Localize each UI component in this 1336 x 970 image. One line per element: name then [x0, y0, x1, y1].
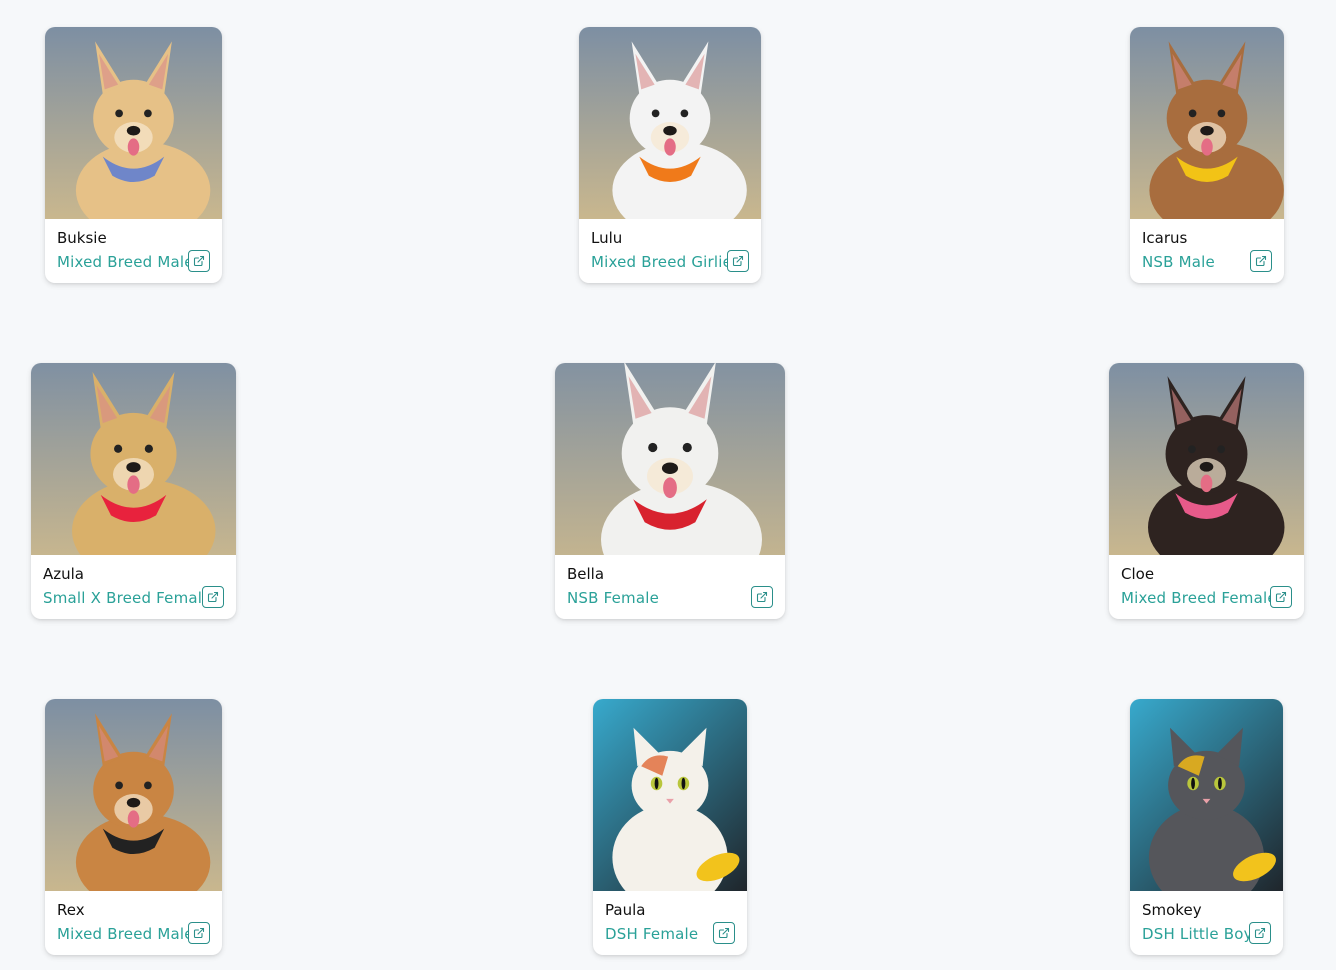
- pet-name: Smokey: [1142, 901, 1202, 919]
- pet-card[interactable]: Cloe Mixed Breed Female: [1109, 363, 1304, 619]
- dog-photo-art: [555, 363, 785, 555]
- pet-card[interactable]: Lulu Mixed Breed Girlie: [579, 27, 761, 283]
- dog-photo-art: [45, 27, 222, 219]
- pet-name: Icarus: [1142, 229, 1188, 247]
- pet-description: Mixed Breed Male: [57, 925, 194, 943]
- pet-description: Mixed Breed Female: [1121, 589, 1277, 607]
- pet-card[interactable]: Bella NSB Female: [555, 363, 785, 619]
- pet-photo[interactable]: [1130, 27, 1284, 219]
- external-link-icon[interactable]: [188, 922, 210, 944]
- pet-photo[interactable]: [31, 363, 236, 555]
- external-link-icon[interactable]: [1249, 922, 1271, 944]
- dog-photo-art: [579, 27, 761, 219]
- dog-photo-art: [45, 699, 222, 891]
- external-link-icon[interactable]: [188, 250, 210, 272]
- cat-photo-art: [593, 699, 747, 891]
- pet-photo[interactable]: [593, 699, 747, 891]
- pet-photo[interactable]: [45, 699, 222, 891]
- pet-photo[interactable]: [1109, 363, 1304, 555]
- pet-description: Small X Breed Female: [43, 589, 212, 607]
- external-link-icon[interactable]: [751, 586, 773, 608]
- pet-name: Azula: [43, 565, 85, 583]
- pet-card[interactable]: Azula Small X Breed Female: [31, 363, 236, 619]
- pet-description: Mixed Breed Male: [57, 253, 194, 271]
- pet-photo[interactable]: [555, 363, 785, 555]
- cat-photo-art: [1130, 699, 1283, 891]
- pet-description: DSH Female: [605, 925, 699, 943]
- pet-description: DSH Little Boy: [1142, 925, 1253, 943]
- pet-photo[interactable]: [45, 27, 222, 219]
- pet-card[interactable]: Paula DSH Female: [593, 699, 747, 955]
- pet-card[interactable]: Icarus NSB Male: [1130, 27, 1284, 283]
- pet-name: Cloe: [1121, 565, 1155, 583]
- dog-photo-art: [1130, 27, 1284, 219]
- external-link-icon[interactable]: [713, 922, 735, 944]
- external-link-icon[interactable]: [1270, 586, 1292, 608]
- pet-name: Bella: [567, 565, 605, 583]
- external-link-icon[interactable]: [202, 586, 224, 608]
- pet-card[interactable]: Rex Mixed Breed Male: [45, 699, 222, 955]
- external-link-icon[interactable]: [727, 250, 749, 272]
- pet-description: NSB Male: [1142, 253, 1215, 271]
- pet-description: Mixed Breed Girlie: [591, 253, 733, 271]
- pet-card[interactable]: Smokey DSH Little Boy: [1130, 699, 1283, 955]
- pet-name: Rex: [57, 901, 85, 919]
- dog-photo-art: [1109, 363, 1304, 555]
- external-link-icon[interactable]: [1250, 250, 1272, 272]
- pet-card[interactable]: Buksie Mixed Breed Male: [45, 27, 222, 283]
- pet-name: Lulu: [591, 229, 623, 247]
- pet-photo[interactable]: [1130, 699, 1283, 891]
- pet-description: NSB Female: [567, 589, 660, 607]
- dog-photo-art: [31, 363, 236, 555]
- pet-photo[interactable]: [579, 27, 761, 219]
- pet-name: Buksie: [57, 229, 107, 247]
- pet-name: Paula: [605, 901, 646, 919]
